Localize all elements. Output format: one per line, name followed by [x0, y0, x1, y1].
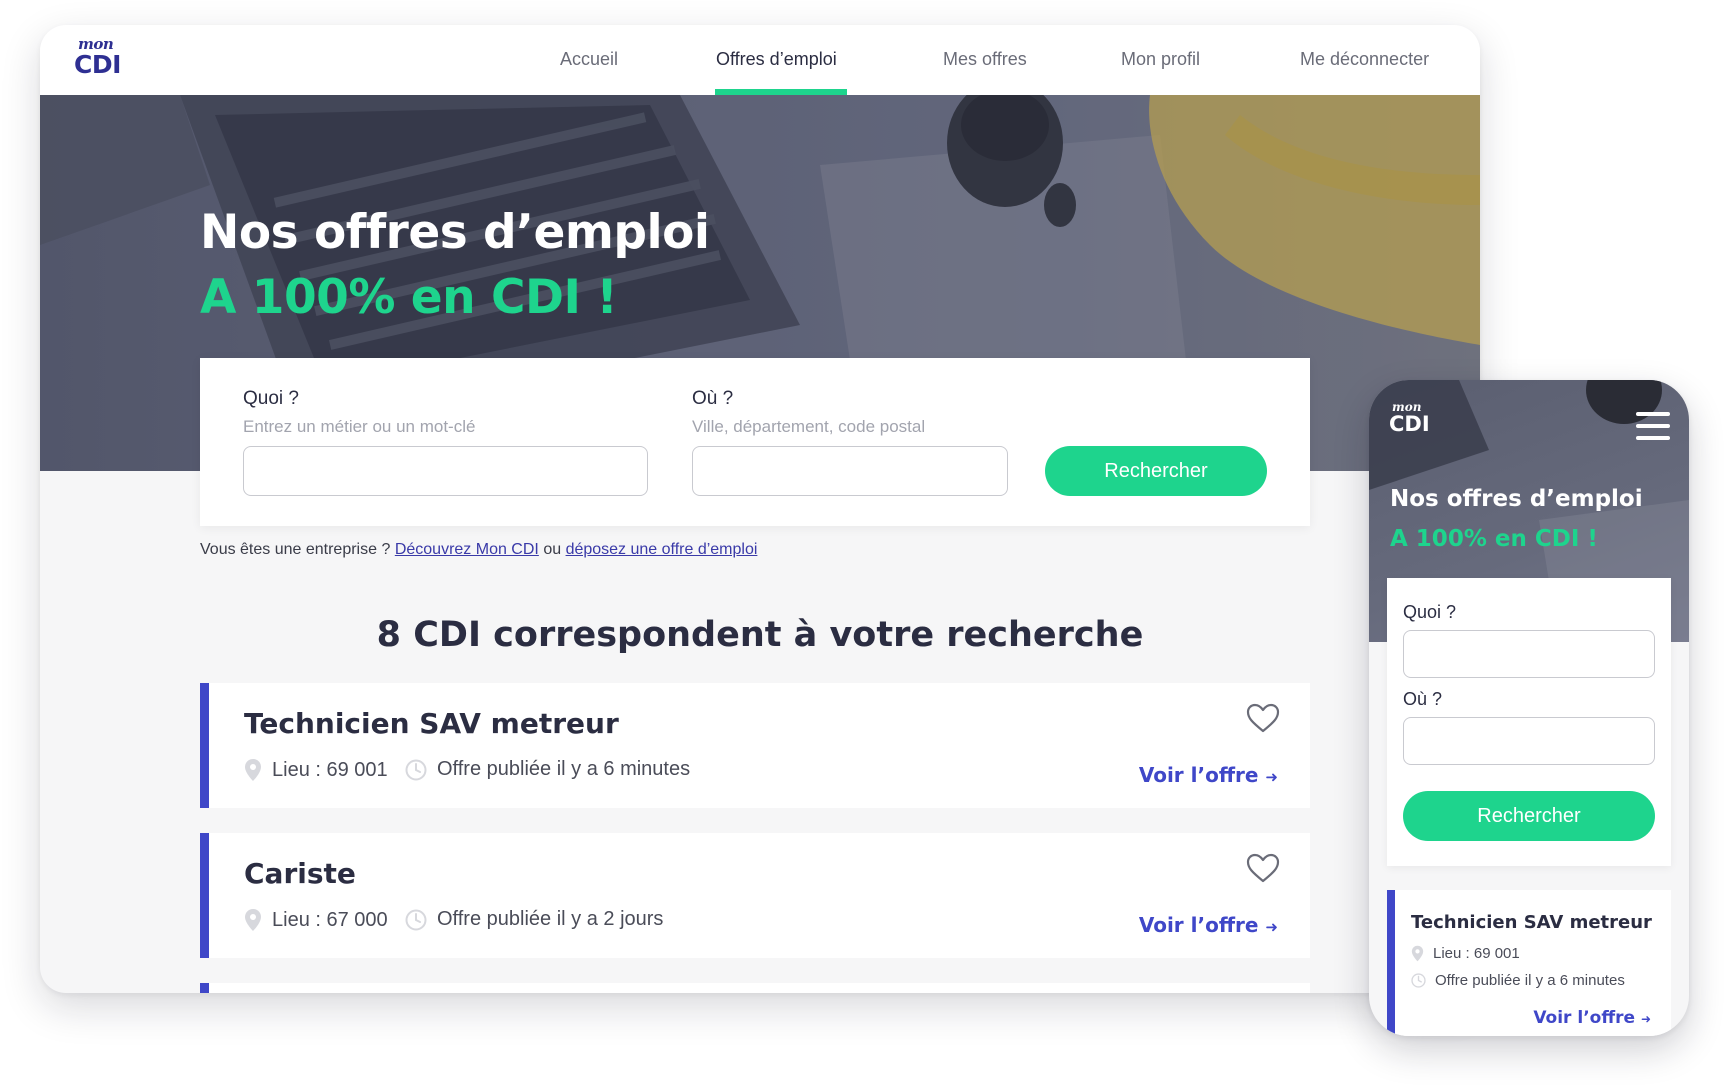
job-posted: Offre publiée il y a 2 jours [405, 908, 663, 931]
logo-cdi-text: CDI [74, 50, 121, 79]
mobile-job-card[interactable]: Technicien SAV metreur Lieu : 69 001 Off… [1387, 890, 1671, 1036]
see-offer-link[interactable]: Voir l’offre ➜ [1139, 763, 1278, 787]
see-offer-link[interactable]: Voir l’offre ➜ [1533, 1008, 1651, 1028]
mobile-what-label: Quoi ? [1403, 602, 1457, 622]
search-form: Quoi ? Entrez un métier ou un mot-clé Où… [200, 358, 1310, 526]
desktop-window: mon CDI Accueil Offres d’emploi Mes offr… [40, 25, 1480, 993]
job-card[interactable]: Technicien SAV metreur Lieu : 69 001 Off… [200, 683, 1310, 808]
location-pin-icon [245, 909, 261, 931]
mobile-device: mon CDI Nos offres d’emploi A 100% en CD… [1369, 380, 1689, 1036]
job-posted-text: Offre publiée il y a 6 minutes [1435, 972, 1625, 989]
job-card[interactable] [200, 983, 1310, 993]
job-posted: Offre publiée il y a 6 minutes [1411, 972, 1625, 989]
mobile-where-label: Où ? [1403, 689, 1443, 709]
arrow-right-icon: ➜ [1640, 1012, 1651, 1026]
nav-item-accueil[interactable]: Accueil [560, 49, 618, 70]
where-field-label: Où ? [692, 388, 734, 409]
where-input[interactable] [692, 446, 1008, 496]
job-posted-text: Offre publiée il y a 6 minutes [437, 758, 691, 780]
see-offer-link[interactable]: Voir l’offre ➜ [1139, 913, 1278, 937]
job-location: Lieu : 69 001 [244, 758, 388, 782]
see-offer-label: Voir l’offre [1533, 1008, 1636, 1028]
discover-mon-cdi-link[interactable]: Découvrez Mon CDI [395, 541, 539, 558]
clock-icon [405, 909, 427, 930]
nav-item-me-deconnecter[interactable]: Me déconnecter [1300, 49, 1429, 70]
where-field-hint: Ville, département, code postal [692, 417, 926, 436]
company-prompt-text: Vous êtes une entreprise ? [200, 541, 391, 558]
clock-icon [1411, 973, 1426, 988]
job-posted: Offre publiée il y a 6 minutes [405, 758, 690, 781]
arrow-right-icon: ➜ [1265, 768, 1278, 786]
logo-cdi-text: CDI [1389, 412, 1430, 436]
job-location: Lieu : 69 001 [1411, 945, 1520, 962]
job-card[interactable]: Cariste Lieu : 67 000 Offre publiée il y… [200, 833, 1310, 958]
what-field-label: Quoi ? [243, 388, 299, 409]
hero-subtitle: A 100% en CDI ! [200, 270, 618, 325]
job-location-text: Lieu : 69 001 [1433, 945, 1520, 962]
see-offer-label: Voir l’offre [1138, 913, 1259, 937]
mobile-search-form: Quoi ? Où ? Rechercher [1387, 578, 1671, 866]
mobile-hero-title: Nos offres d’emploi [1390, 486, 1643, 512]
location-pin-icon [245, 759, 261, 781]
arrow-right-icon: ➜ [1265, 918, 1278, 936]
post-job-offer-link[interactable]: déposez une offre d’emploi [566, 541, 758, 558]
job-title: Technicien SAV metreur [244, 707, 619, 740]
what-field-hint: Entrez un métier ou un mot-clé [243, 417, 476, 436]
job-posted-text: Offre publiée il y a 2 jours [437, 908, 664, 930]
hero-title: Nos offres d’emploi [200, 205, 710, 260]
mobile-what-input[interactable] [1403, 630, 1655, 678]
company-or-text: ou [543, 541, 562, 558]
job-title: Technicien SAV metreur [1411, 912, 1652, 933]
heart-icon[interactable] [1246, 853, 1280, 883]
mobile-where-input[interactable] [1403, 717, 1655, 765]
nav-item-mon-profil[interactable]: Mon profil [1121, 49, 1200, 70]
nav-item-offres-emploi[interactable]: Offres d’emploi [716, 49, 837, 70]
top-navigation-bar: mon CDI Accueil Offres d’emploi Mes offr… [40, 25, 1480, 95]
active-tab-indicator [715, 89, 847, 95]
mon-cdi-logo[interactable]: mon CDI [74, 35, 134, 83]
job-location-text: Lieu : 69 001 [272, 758, 388, 781]
clock-icon [405, 759, 427, 780]
mobile-logo[interactable]: mon CDI [1389, 400, 1433, 444]
job-title: Cariste [244, 857, 356, 890]
what-input[interactable] [243, 446, 648, 496]
see-offer-label: Voir l’offre [1138, 763, 1259, 787]
location-pin-icon [1411, 945, 1424, 962]
heart-icon[interactable] [1246, 703, 1280, 733]
nav-item-mes-offres[interactable]: Mes offres [943, 49, 1027, 70]
search-button[interactable]: Rechercher [1045, 446, 1267, 496]
mobile-hero-subtitle: A 100% en CDI ! [1390, 526, 1598, 552]
job-location: Lieu : 67 000 [244, 908, 388, 932]
results-heading: 8 CDI correspondent à votre recherche [376, 615, 1144, 655]
hamburger-menu-icon[interactable] [1636, 412, 1670, 440]
mobile-search-button[interactable]: Rechercher [1403, 791, 1655, 841]
job-location-text: Lieu : 67 000 [272, 908, 388, 931]
company-prompt: Vous êtes une entreprise ? Découvrez Mon… [200, 541, 757, 559]
